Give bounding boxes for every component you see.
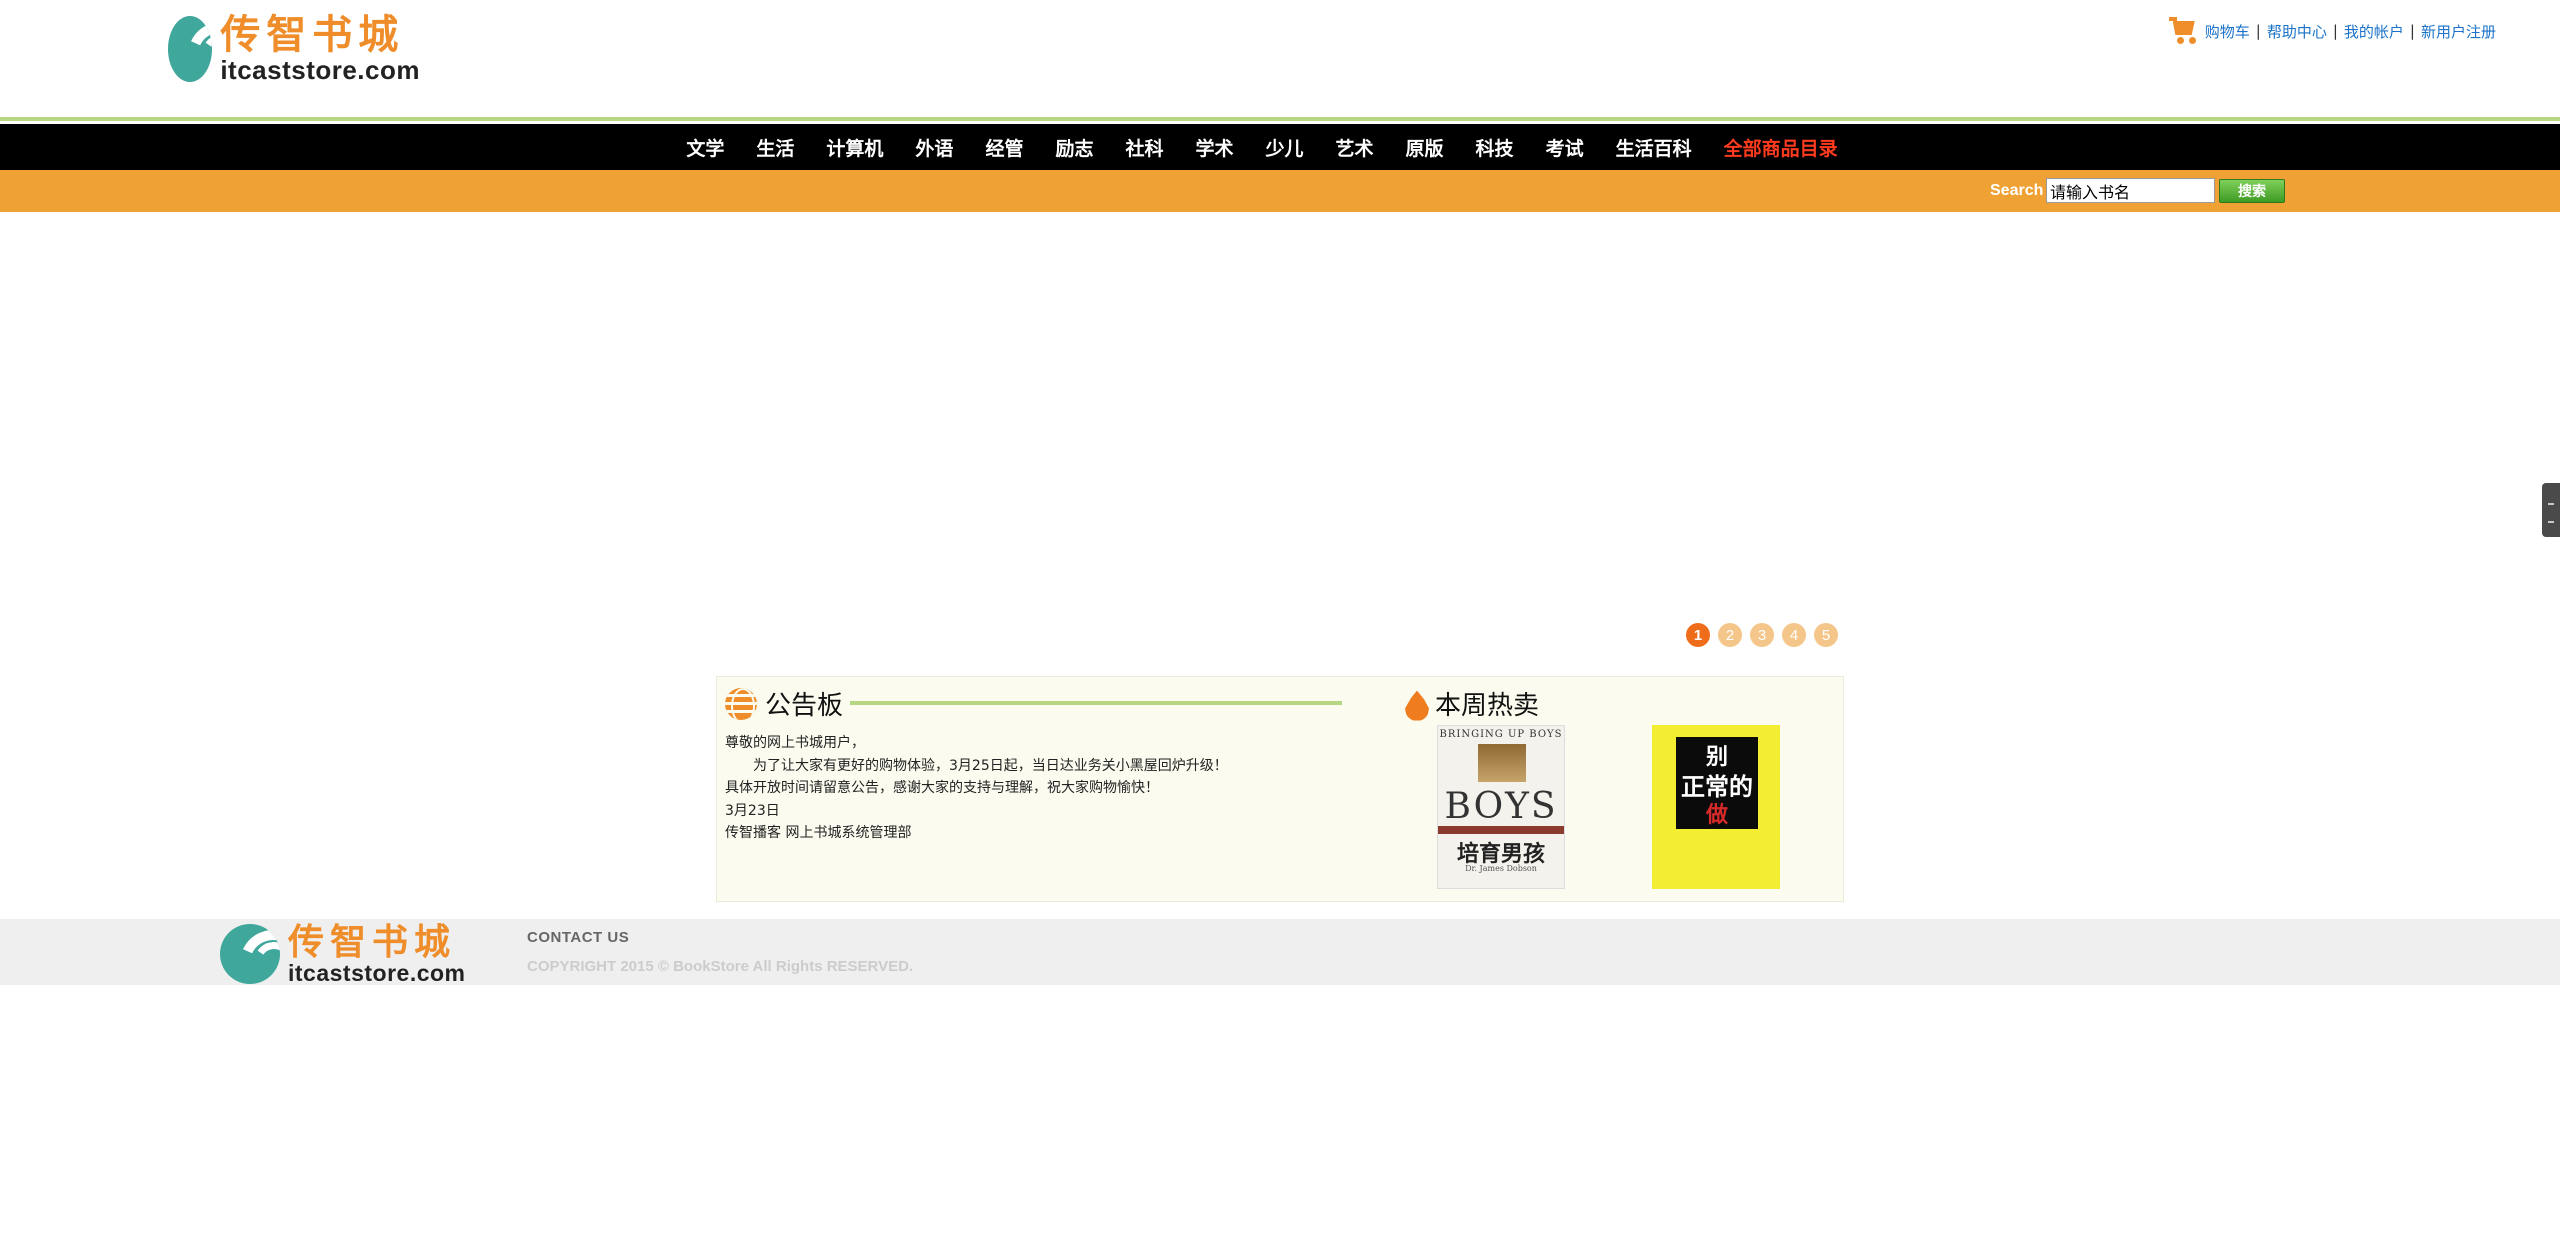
book-cover-photo bbox=[1478, 744, 1526, 782]
nav-item-art[interactable]: 艺术 bbox=[1320, 134, 1390, 161]
nav-item-children[interactable]: 少儿 bbox=[1250, 134, 1320, 161]
category-nav: 文学 生活 计算机 外语 经管 励志 社科 学术 少儿 艺术 原版 科技 考试 … bbox=[0, 124, 2560, 170]
search-bar: Search 搜索 bbox=[0, 170, 2560, 212]
contact-us-link[interactable]: CONTACT US bbox=[527, 929, 629, 946]
info-panel: 公告板 尊敬的网上书城用户， 为了让大家有更好的购物体验，3月25日起，当日达业… bbox=[716, 676, 1844, 902]
notice-line: 具体开放时间请留意公告，感谢大家的支持与理解，祝大家购物愉快！ bbox=[725, 780, 1159, 796]
nav-item-original[interactable]: 原版 bbox=[1390, 134, 1460, 161]
book-cover-text: 做 bbox=[1705, 802, 1728, 828]
banner-carousel[interactable] bbox=[716, 214, 1844, 654]
top-links: 购物车 | 帮助中心 | 我的帐户 | 新用户注册 bbox=[2168, 14, 2496, 48]
nav-item-academic[interactable]: 学术 bbox=[1179, 134, 1249, 161]
nav-item-technology[interactable]: 科技 bbox=[1460, 134, 1530, 161]
site-logo[interactable]: 传智书城 itcaststore.com bbox=[168, 14, 420, 84]
book-cover-title: BOYS bbox=[1444, 786, 1558, 827]
nav-item-social-science[interactable]: 社科 bbox=[1109, 134, 1179, 161]
side-float-tab[interactable] bbox=[2542, 483, 2560, 537]
nav-item-life[interactable]: 生活 bbox=[740, 134, 810, 161]
carousel-dot-5[interactable]: 5 bbox=[1814, 623, 1838, 647]
carousel-pager: 1 2 3 4 5 bbox=[1686, 623, 1838, 647]
book-cover-block: 别 正常的 做 bbox=[1676, 737, 1758, 829]
book-cover-normal[interactable]: 别 正常的 做 bbox=[1652, 725, 1780, 889]
notice-content: 尊敬的网上书城用户， 为了让大家有更好的购物体验，3月25日起，当日达业务关小黑… bbox=[725, 732, 1345, 845]
book-cover-subtitle: BRINGING UP BOYS bbox=[1439, 729, 1563, 740]
book-cover-author: Dr. James Dobson bbox=[1465, 864, 1537, 873]
notice-line: 传智播客 网上书城系统管理部 bbox=[725, 825, 912, 841]
link-cart[interactable]: 购物车 bbox=[2205, 21, 2250, 42]
logo-icon bbox=[220, 924, 280, 984]
nav-item-literature[interactable]: 文学 bbox=[670, 134, 740, 161]
nav-item-exam[interactable]: 考试 bbox=[1530, 134, 1600, 161]
header: 传智书城 itcaststore.com 购物车 | 帮助中心 | 我的帐户 |… bbox=[0, 0, 2560, 118]
link-help-center[interactable]: 帮助中心 bbox=[2267, 21, 2327, 42]
carousel-dot-3[interactable]: 3 bbox=[1750, 623, 1774, 647]
logo-icon bbox=[168, 16, 213, 82]
logo-cn-text: 传智书城 bbox=[220, 11, 405, 58]
flame-icon bbox=[1403, 687, 1431, 721]
header-divider bbox=[0, 117, 2560, 121]
globe-icon bbox=[725, 687, 757, 720]
footer-logo[interactable]: 传智书城 itcaststore.com bbox=[220, 920, 470, 986]
logo-en-text: itcaststore.com bbox=[220, 55, 420, 85]
carousel-dot-1[interactable]: 1 bbox=[1686, 623, 1710, 647]
nav-item-all-goods[interactable]: 全部商品目录 bbox=[1708, 134, 1854, 161]
nav-item-inspiration[interactable]: 励志 bbox=[1039, 134, 1109, 161]
notice-board-title: 公告板 bbox=[765, 691, 844, 721]
carousel-dot-2[interactable]: 2 bbox=[1718, 623, 1742, 647]
copyright-text: COPYRIGHT 2015 © BookStore All Rights RE… bbox=[527, 958, 914, 975]
link-my-account[interactable]: 我的帐户 bbox=[2344, 21, 2404, 42]
carousel-dot-4[interactable]: 4 bbox=[1782, 623, 1806, 647]
shopping-cart-icon[interactable] bbox=[2168, 17, 2199, 45]
link-separator: | bbox=[2409, 22, 2415, 40]
notice-line: 尊敬的网上书城用户， bbox=[725, 735, 865, 751]
nav-item-management[interactable]: 经管 bbox=[969, 134, 1039, 161]
nav-item-computer[interactable]: 计算机 bbox=[810, 134, 899, 161]
logo-en-text: itcaststore.com bbox=[288, 959, 466, 986]
link-separator: | bbox=[2255, 22, 2261, 40]
logo-cn-text: 传智书城 bbox=[288, 920, 457, 963]
search-input[interactable] bbox=[2046, 178, 2215, 203]
search-label: Search bbox=[1990, 182, 2044, 199]
nav-item-life-encyclopedia[interactable]: 生活百科 bbox=[1600, 134, 1708, 161]
notice-line: 为了让大家有更好的购物体验，3月25日起，当日达业务关小黑屋回炉升级！ bbox=[753, 757, 1228, 774]
notice-divider bbox=[850, 701, 1342, 705]
footer: 传智书城 itcaststore.com CONTACT US COPYRIGH… bbox=[0, 919, 2560, 985]
notice-line: 3月23日 bbox=[725, 802, 780, 819]
link-separator: | bbox=[2332, 22, 2338, 40]
book-cover-bringing-up-boys[interactable]: BRINGING UP BOYS BOYS 培育男孩 Dr. James Dob… bbox=[1437, 725, 1565, 889]
nav-item-foreign-language[interactable]: 外语 bbox=[899, 134, 969, 161]
book-cover-band bbox=[1438, 826, 1564, 834]
link-register[interactable]: 新用户注册 bbox=[2421, 21, 2496, 42]
hot-sale-title: 本周热卖 bbox=[1435, 691, 1540, 721]
search-button[interactable]: 搜索 bbox=[2219, 179, 2285, 203]
